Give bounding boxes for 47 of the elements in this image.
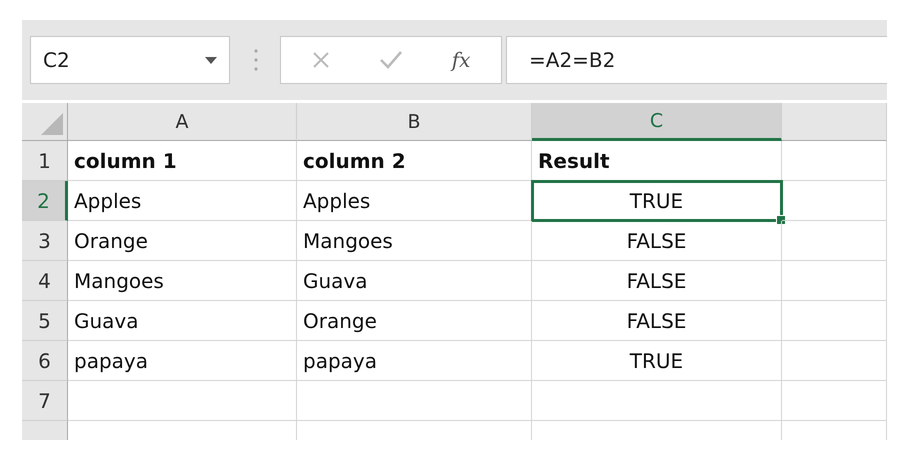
table-cell[interactable]: Apples [68,181,297,221]
insert-function-button[interactable]: fx [452,48,470,72]
column-header[interactable] [782,103,887,141]
column-header[interactable]: A [68,103,297,141]
table-cell[interactable]: FALSE [532,221,782,261]
table-cell[interactable]: FALSE [532,301,782,341]
row-header[interactable]: 4 [22,261,68,301]
table-cell[interactable]: Apples [297,181,532,221]
table-cell[interactable]: Mangoes [297,221,532,261]
dropdown-caret-icon[interactable] [205,56,217,64]
row-header[interactable]: 5 [22,301,68,341]
row-header[interactable]: 3 [22,221,68,261]
empty-cell[interactable] [782,301,887,341]
table-cell[interactable]: TRUE [532,341,782,381]
table-cell[interactable]: column 2 [297,141,532,181]
row-header[interactable]: 7 [22,381,68,421]
table-cell[interactable]: TRUE [532,181,782,221]
table-cell[interactable]: column 1 [68,141,297,181]
empty-cell[interactable] [532,381,782,421]
column-header[interactable]: B [297,103,532,141]
fill-handle[interactable] [776,215,786,225]
row-header[interactable]: 1 [22,141,68,181]
empty-cell[interactable] [782,341,887,381]
table-cell[interactable]: papaya [68,341,297,381]
cancel-icon[interactable] [312,51,330,69]
empty-cell[interactable] [782,221,887,261]
table-cell[interactable]: Guava [68,301,297,341]
empty-cell[interactable] [297,381,532,421]
table-cell[interactable]: Orange [297,301,532,341]
vertical-dots-icon [254,48,258,72]
empty-cell[interactable] [782,181,887,221]
empty-cell[interactable] [782,261,887,301]
column-header[interactable]: C [532,103,782,141]
table-cell[interactable]: papaya [297,341,532,381]
table-cell[interactable]: Orange [68,221,297,261]
table-cell[interactable]: Result [532,141,782,181]
check-icon[interactable] [378,50,403,70]
table-cell[interactable]: Mangoes [68,261,297,301]
name-box[interactable]: C2 [30,36,230,84]
empty-cell[interactable] [782,381,887,421]
row-header[interactable]: 2 [22,181,68,221]
empty-cell[interactable] [782,141,887,181]
table-cell[interactable]: FALSE [532,261,782,301]
select-all-triangle-icon[interactable] [41,113,63,135]
formula-field[interactable]: =A2=B2 [506,36,887,84]
row-header[interactable]: 6 [22,341,68,381]
table-cell[interactable]: Guava [297,261,532,301]
